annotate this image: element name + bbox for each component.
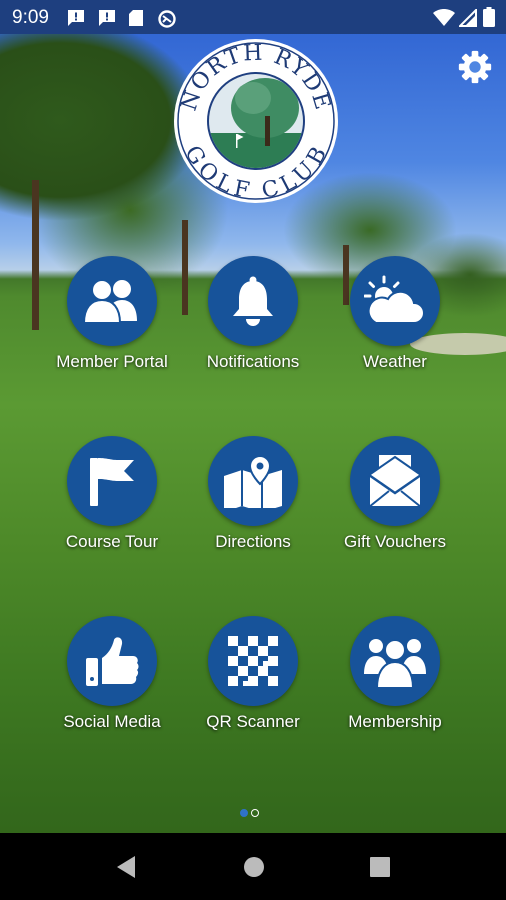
qr-scanner-button[interactable]: QR Scanner [178,616,328,732]
gift-vouchers-circle[interactable] [350,436,440,526]
flag-icon [90,458,134,506]
social-media-button[interactable]: Social Media [37,616,187,732]
directions-button[interactable]: Directions [178,436,328,552]
qr-code-icon [228,636,278,686]
qr-scanner-label: QR Scanner [206,712,300,731]
thumbs-up-icon [86,637,139,686]
directions-circle[interactable] [208,436,298,526]
weather-label: Weather [363,352,427,371]
membership-label: Membership [348,712,442,731]
map-pin-icon [224,454,282,508]
navigation-bar [0,833,506,900]
wifi-icon [433,9,455,26]
membership-circle[interactable] [350,616,440,706]
course-tour-label: Course Tour [65,532,159,551]
members-icon [82,279,137,324]
data-saver-icon [158,10,176,28]
sd-card-icon [129,10,143,26]
social-media-label: Social Media [63,712,161,731]
member-portal-circle[interactable] [67,256,157,346]
notifications-button[interactable]: Notifications [178,256,328,372]
page-dot[interactable] [251,809,259,817]
gift-vouchers-label: Gift Vouchers [343,532,447,551]
course-tour-button[interactable]: Course Tour [37,436,187,552]
membership-button[interactable]: Membership [320,616,470,732]
notifications-label: Notifications [206,352,300,371]
message-icon [68,10,84,26]
status-bar: 9:09 [0,0,506,34]
north-ryde-golf-club-logo: NORTH RYDE GOLF CLUB [174,39,338,204]
settings-gear-icon[interactable] [456,48,494,86]
group-icon [364,639,426,688]
weather-circle[interactable] [350,256,440,346]
social-media-circle[interactable] [67,616,157,706]
member-portal-button[interactable]: Member Portal [37,256,187,372]
weather-icon [364,275,425,324]
battery-icon [483,7,495,27]
gift-vouchers-button[interactable]: Gift Vouchers [320,436,470,552]
member-portal-label: Member Portal [56,352,168,371]
clock: 9:09 [12,7,49,28]
back-icon[interactable] [115,855,137,879]
home-screen: 9:09 NORTH RYDE GOLF CLUB Member Portal … [0,0,506,900]
qr-scanner-circle[interactable] [208,616,298,706]
bell-icon [233,276,273,326]
home-icon[interactable] [243,856,265,878]
cellular-icon [459,9,477,27]
message-icon [99,10,115,26]
envelope-icon [368,455,422,508]
notifications-circle[interactable] [208,256,298,346]
recents-icon[interactable] [370,857,390,877]
page-dot-active[interactable] [240,809,248,817]
weather-button[interactable]: Weather [320,256,470,372]
directions-label: Directions [215,532,291,551]
course-tour-circle[interactable] [67,436,157,526]
page-indicator [240,809,259,817]
